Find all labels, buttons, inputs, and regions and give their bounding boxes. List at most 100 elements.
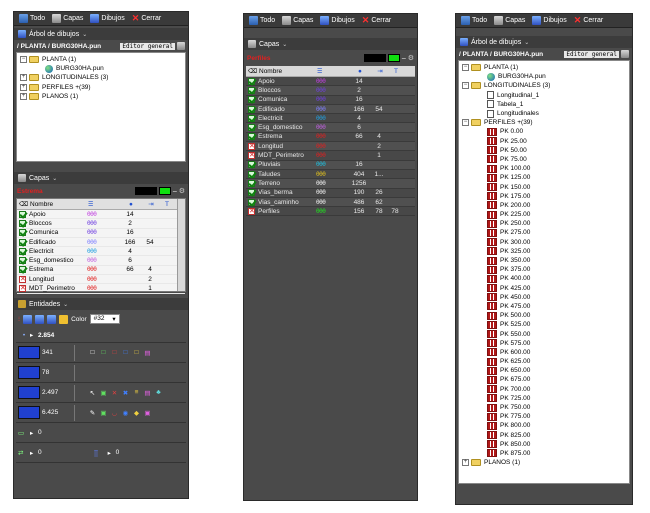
editor-select[interactable]: Editor general — [120, 42, 175, 50]
tree-node[interactable]: + PLANOS (1) — [20, 92, 182, 101]
block-icon[interactable]: ▣ — [98, 409, 109, 417]
layer-style[interactable]: 000 — [87, 276, 119, 283]
capas-header[interactable]: Capas ⌄ — [244, 38, 417, 50]
grid-icon[interactable]: ▤ — [142, 349, 153, 357]
entity-row[interactable]: ▭ ▸ 0 — [16, 423, 186, 443]
layer-style[interactable]: 000 — [316, 152, 348, 159]
dibujos-tab[interactable]: Dibujos — [530, 16, 568, 25]
tree-node[interactable]: + PERFILES +(39) — [20, 83, 182, 92]
dibujos-tab[interactable]: Dibujos — [88, 14, 126, 23]
layer-row[interactable]: Edificado 000 166 54 — [246, 104, 415, 115]
tree-node[interactable]: PK 25.00 — [462, 137, 626, 146]
layer-style[interactable]: 000 — [87, 220, 119, 227]
layer-visibility-checkbox[interactable] — [248, 105, 255, 113]
lines-icon[interactable]: ≡ — [131, 389, 142, 396]
cerrar-button[interactable]: ✕ Cerrar — [572, 16, 605, 25]
layer-row[interactable]: Estrema 000 66 4 — [17, 266, 185, 276]
grid-icon[interactable]: ⣿ — [94, 449, 108, 457]
tree-node[interactable]: PK 800.00 — [462, 421, 626, 430]
layer-style[interactable]: 000 — [316, 143, 348, 150]
points-icon[interactable]: ● — [349, 68, 371, 75]
layer-visibility-checkbox[interactable] — [248, 189, 255, 197]
layer-row[interactable]: MDT_Perimetro 000 1 — [246, 151, 415, 161]
layer-visibility-checkbox[interactable] — [248, 86, 255, 94]
entity-type-swatch[interactable] — [18, 386, 40, 399]
capas-tab[interactable]: Capas — [50, 14, 85, 23]
tree-node[interactable]: PK 750.00 — [462, 403, 626, 412]
layer-style[interactable]: 000 — [87, 229, 119, 236]
tree-node[interactable]: + PLANOS (1) — [462, 458, 626, 467]
color-select[interactable]: #32 ▾ — [89, 314, 120, 324]
tree-node[interactable]: PK 575.00 — [462, 339, 626, 348]
linestyle-icon[interactable]: ☰ — [88, 201, 120, 208]
tree-node[interactable]: PK 825.00 — [462, 431, 626, 440]
col-nombre[interactable]: Nombre — [30, 201, 88, 208]
tree-node[interactable]: PK 275.00 — [462, 228, 626, 237]
todo-tab[interactable]: Todo — [459, 16, 489, 25]
entity-row[interactable]: 2.497 ↖ ▣ ✕ ✖ ≡ ▤ ♣ — [16, 383, 186, 403]
select-type-icon[interactable] — [47, 314, 57, 324]
editor-select[interactable]: Editor general — [564, 50, 619, 58]
cerrar-button[interactable]: ✕ Cerrar — [130, 14, 163, 23]
collapse-icon[interactable]: − — [20, 56, 27, 64]
layer-style[interactable]: 000 — [316, 87, 348, 94]
entity-type-swatch[interactable] — [18, 406, 40, 419]
tree-node[interactable]: PK 175.00 — [462, 192, 626, 201]
layer-visibility-checkbox[interactable] — [248, 77, 255, 85]
settings-icon[interactable]: ⚙ — [179, 187, 185, 195]
layer-visibility-checkbox[interactable] — [19, 238, 26, 246]
tree-node[interactable]: PK 300.00 — [462, 238, 626, 247]
layer-scrollbar[interactable] — [177, 199, 185, 291]
layer-row[interactable]: Pluviais 000 16 — [246, 160, 415, 170]
tree-node[interactable]: PK 625.00 — [462, 357, 626, 366]
layer-row[interactable]: Electricit 000 4 — [17, 247, 185, 257]
points-icon[interactable]: ● — [120, 201, 142, 208]
layer-visibility-checkbox[interactable] — [19, 266, 26, 274]
eraser-icon[interactable]: ⌫ — [17, 200, 30, 208]
layer-style[interactable]: 000 — [87, 285, 119, 292]
collapse-icon[interactable]: − — [462, 64, 469, 72]
settings-icon[interactable]: ⚙ — [408, 54, 414, 62]
layer-row[interactable]: Electricit 000 4 — [246, 114, 415, 124]
layer-visibility-checkbox[interactable] — [19, 247, 26, 255]
layer-visibility-checkbox[interactable] — [248, 151, 255, 160]
collapse-icon[interactable]: − — [462, 82, 469, 90]
grid-icon[interactable]: ▤ — [142, 389, 153, 397]
layer-visibility-checkbox[interactable] — [248, 207, 255, 215]
col-nombre[interactable]: Nombre — [259, 68, 317, 75]
layer-row[interactable]: Taludes 000 404 1... — [246, 169, 415, 180]
layer-row[interactable]: Apoio 000 14 — [17, 210, 185, 220]
pen-icon[interactable]: ✎ — [87, 409, 98, 417]
col-text[interactable]: T — [389, 68, 403, 75]
layer-style[interactable]: 000 — [316, 133, 348, 140]
layer-visibility-checkbox[interactable] — [19, 219, 26, 227]
filter-icon[interactable]: ⁝ — [18, 315, 20, 323]
layer-visibility-checkbox[interactable] — [248, 170, 255, 178]
lines-icon[interactable]: ⇥ — [142, 200, 160, 208]
layer-visibility-checkbox[interactable] — [248, 179, 255, 187]
layer-style[interactable]: 000 — [316, 106, 348, 113]
tree-node[interactable]: PK 50.00 — [462, 146, 626, 155]
tree-node[interactable]: Tabela_1 — [462, 100, 626, 109]
arrow-icon[interactable]: ↖ — [87, 389, 98, 397]
layer-visibility-checkbox[interactable] — [248, 133, 255, 141]
layer-style[interactable]: 000 — [316, 115, 348, 122]
tree-node[interactable]: − PERFILES +(39) — [462, 118, 626, 127]
layer-row[interactable]: Comunica 000 16 — [246, 95, 415, 105]
tree-node[interactable]: PK 0.00 — [462, 127, 626, 136]
layer-style[interactable]: 000 — [316, 180, 348, 187]
layer-row[interactable]: Terreno 000 1256 — [246, 179, 415, 189]
layer-style[interactable]: 000 — [87, 266, 119, 273]
select-all-icon[interactable] — [23, 314, 33, 324]
tree-node[interactable]: PK 425.00 — [462, 284, 626, 293]
todo-tab[interactable]: Todo — [247, 16, 277, 25]
target-icon[interactable]: ◉ — [120, 409, 131, 417]
tree-node[interactable]: + LONGITUDINALES (3) — [20, 73, 182, 82]
layer-style[interactable]: 000 — [316, 124, 348, 131]
entity-type-swatch[interactable] — [18, 366, 40, 379]
square-icon[interactable]: □ — [109, 349, 120, 356]
tree-header[interactable]: Árbol de dibujos ⌄ — [456, 36, 632, 48]
tree-node[interactable]: PK 250.00 — [462, 219, 626, 228]
expand-icon[interactable]: + — [462, 459, 469, 467]
tree-node[interactable]: PK 375.00 — [462, 265, 626, 274]
